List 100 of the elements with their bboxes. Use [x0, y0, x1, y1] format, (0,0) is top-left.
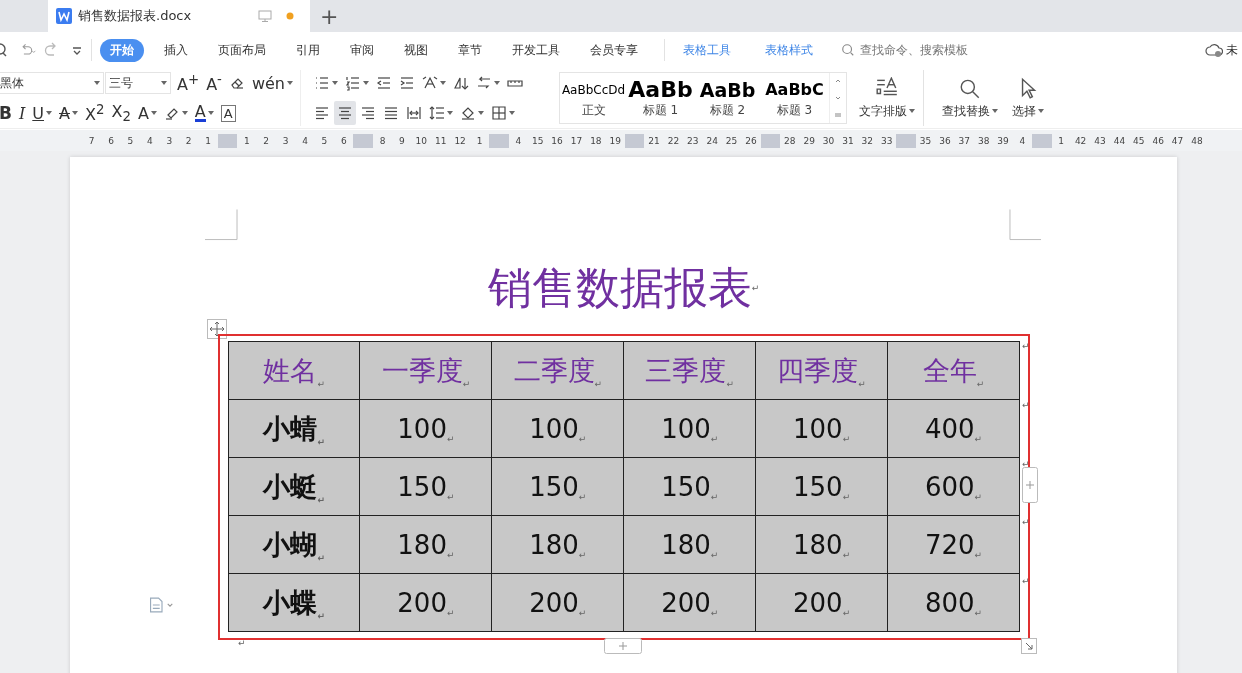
sync-status[interactable]: 未: [1226, 41, 1238, 59]
ruler-number: 17: [569, 135, 584, 146]
ruler-number: 18: [589, 135, 603, 146]
table-cell: 小蝶↵: [228, 573, 360, 632]
indent-icon: [399, 75, 415, 91]
ruler-number: 16: [550, 135, 564, 146]
format-button[interactable]: B: [0, 101, 15, 125]
table-cell: 800↵: [887, 573, 1020, 632]
table-cell: 小蝴↵: [228, 515, 360, 574]
format-button[interactable]: X$_{2}$: [108, 101, 134, 125]
table-cell: 150↵: [491, 457, 624, 516]
column-marker[interactable]: [217, 133, 238, 148]
justify-icon: [383, 105, 399, 121]
column-marker[interactable]: [353, 133, 373, 148]
ruler-number: 23: [686, 135, 700, 146]
style-option[interactable]: AaBbCcDd 正文: [560, 73, 627, 123]
ruler-number: 4: [146, 135, 154, 146]
caret-icon: [447, 111, 453, 115]
align-left-icon: [314, 105, 330, 121]
caret-icon: [150, 111, 157, 115]
ruler-number: 22: [666, 135, 681, 146]
style-option[interactable]: AaBbC 标题 3: [761, 73, 828, 123]
resize-handle-icon[interactable]: [1021, 638, 1037, 654]
ruler-number: 32: [860, 135, 875, 146]
format-button[interactable]: U: [29, 101, 55, 125]
header-cell: 姓名↵: [228, 341, 360, 400]
ruler-number: 5: [126, 135, 135, 146]
paragraph-mark: ↵: [238, 638, 247, 648]
ribbon-tab[interactable]: 表格工具: [673, 38, 741, 62]
column-marker[interactable]: [624, 133, 645, 148]
table-cell: 小蜓↵: [228, 457, 360, 516]
column-marker[interactable]: [896, 133, 916, 148]
header-cell: 一季度↵: [359, 341, 492, 400]
format-button[interactable]: X$^{2}$: [81, 101, 108, 125]
new-tab-button[interactable]: +: [310, 0, 349, 32]
table-cell: 100↵: [755, 399, 888, 458]
style-option[interactable]: AaBb 标题 1: [627, 73, 694, 123]
ribbon-tab[interactable]: 会员专享: [580, 38, 648, 62]
ruler-number: 38: [976, 135, 991, 146]
caret-icon: [46, 111, 52, 115]
column-marker[interactable]: [1032, 133, 1052, 148]
ruler-number: 35: [918, 135, 933, 146]
ribbon-tab[interactable]: 引用: [286, 38, 330, 62]
ruler-number: 1: [475, 135, 484, 146]
ribbon-button[interactable]: 文字排版: [857, 76, 917, 120]
ruler-number: 4: [301, 135, 309, 146]
ribbon-tab[interactable]: 章节: [448, 38, 492, 62]
cloud-icon[interactable]: [1205, 43, 1223, 57]
ribbon-tab[interactable]: 插入: [154, 38, 198, 62]
column-marker[interactable]: [760, 133, 781, 148]
format-button[interactable]: A: [191, 101, 217, 125]
column-marker[interactable]: [489, 133, 509, 148]
add-column-icon[interactable]: [1022, 467, 1038, 503]
numbered-list-icon: [345, 75, 361, 91]
ribbon-tab[interactable]: 审阅: [340, 38, 384, 62]
table-cell: 720↵: [887, 515, 1020, 574]
move-handle-icon[interactable]: [207, 319, 227, 339]
caret-icon: [494, 81, 500, 85]
caret-icon: [332, 81, 338, 85]
table-cell: 200↵: [755, 573, 888, 632]
ribbon-button[interactable]: 选择: [1010, 76, 1046, 120]
ruler-number: 37: [957, 135, 971, 146]
ribbon-button[interactable]: 查找替换: [940, 76, 1000, 120]
format-button[interactable]: A$^{-}$: [203, 71, 225, 95]
format-button[interactable]: wén: [248, 71, 296, 95]
ribbon-tab[interactable]: 表格样式: [755, 38, 823, 62]
line-break-icon: [476, 75, 492, 91]
scroll-down-icon[interactable]: [833, 94, 843, 102]
customize-icon[interactable]: [71, 44, 83, 56]
ruler-number: 11: [434, 135, 448, 146]
ruler-number: 46: [1151, 135, 1165, 146]
format-button[interactable]: I: [15, 101, 29, 125]
header-cell: 四季度↵: [755, 341, 888, 400]
font-field[interactable]: 黑体: [0, 72, 104, 94]
table-cell: 100↵: [359, 399, 492, 458]
format-button[interactable]: A: [134, 101, 160, 125]
format-button[interactable]: A: [56, 101, 81, 125]
format-button[interactable]: A$^{+}$: [174, 71, 203, 95]
ruler-number: 29: [802, 135, 816, 146]
add-row-icon[interactable]: [604, 638, 642, 654]
caret-icon: [478, 111, 484, 115]
header-cell: 三季度↵: [623, 341, 756, 400]
ribbon-tab[interactable]: 视图: [394, 38, 438, 62]
paragraph-button[interactable]: [334, 101, 356, 125]
monitor-icon[interactable]: [258, 9, 272, 23]
style-option[interactable]: AaBb 标题 2: [694, 73, 761, 123]
ruler[interactable]: 7 6 5 4 3 2 1 1 2 3 4 5 6 8 9 10 11 12 1 4 15 16 17 18 19 21 22 23 24 25 26 28 29 30 31 32 33 35 36 37 38 39 4 1 42 43 44 45 46 47 48: [0, 130, 1242, 151]
document-icon[interactable]: [148, 597, 176, 613]
outdent-icon: [376, 75, 392, 91]
caret-icon: [909, 109, 915, 113]
ruler-number: 6: [107, 135, 115, 146]
font-size-field[interactable]: 三号: [104, 72, 172, 94]
document-tab[interactable]: 销售数据报表.docx: [48, 0, 310, 32]
sort-icon: [453, 75, 469, 91]
ruler-number: 31: [841, 135, 855, 146]
ribbon-tab[interactable]: 页面布局: [208, 38, 276, 62]
ribbon-tab[interactable]: 开发工具: [502, 38, 570, 62]
command-search-field[interactable]: 查找命令、搜索模板: [858, 42, 1002, 58]
undo-icon[interactable]: [19, 42, 37, 58]
ruler-number: 2: [184, 135, 193, 146]
